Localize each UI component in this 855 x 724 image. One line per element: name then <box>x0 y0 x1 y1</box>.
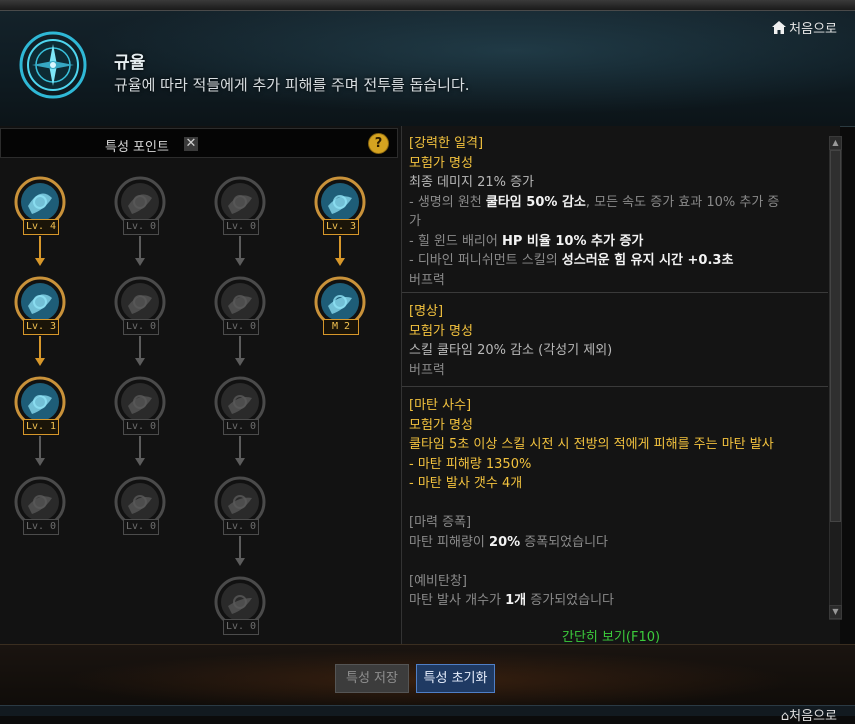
down-arrow-icon <box>235 336 245 366</box>
down-arrow-icon <box>35 436 45 466</box>
close-icon[interactable]: ✕ <box>184 137 198 151</box>
skill-level-badge: Lv. 3 <box>23 319 59 335</box>
block-divider <box>402 292 828 293</box>
down-arrow-icon <box>35 336 45 366</box>
skill-level-badge: M 2 <box>323 319 359 335</box>
scroll-down-icon[interactable]: ▼ <box>829 605 842 619</box>
save-button[interactable]: 특성 저장 <box>335 664 409 693</box>
description-line: - 마탄 피해량 1350% <box>409 456 532 472</box>
scroll-up-icon[interactable]: ▲ <box>829 136 842 150</box>
description-line: - 힐 윈드 배리어 HP 비율 10% 추가 증가 <box>409 233 644 249</box>
down-arrow-icon <box>35 236 45 266</box>
skill-level-badge: Lv. 0 <box>123 319 159 335</box>
home-link-label: 처음으로 <box>789 22 837 37</box>
skill-level-badge: Lv. 0 <box>223 219 259 235</box>
description-line: 버프력 <box>409 272 445 288</box>
reset-button[interactable]: 특성 초기화 <box>416 664 495 693</box>
help-button[interactable]: ? <box>368 133 389 154</box>
description-line: [명상] <box>409 304 444 319</box>
skill-level-badge: Lv. 0 <box>223 619 259 635</box>
header: 규율 규율에 따라 적들에게 추가 피해를 주며 전투를 돕습니다. 처음으로 <box>0 0 855 127</box>
page-title: 규율 <box>114 53 146 73</box>
skill-level-badge: Lv. 3 <box>323 219 359 235</box>
description-line: 스킬 쿨타임 20% 감소 (각성기 제외) <box>409 343 613 358</box>
description-line: [예비탄창] <box>409 573 467 589</box>
description-line: 마탄 피해량이 20% 증폭되었습니다 <box>409 534 609 550</box>
description-line: 모험가 명성 <box>409 323 473 339</box>
scrollbar-thumb[interactable] <box>830 150 841 522</box>
points-bar: 특성 포인트 ✕ ? <box>0 128 398 158</box>
description-block: [마탄 사수] 모험가 명성쿨타임 5초 이상 스킬 시전 시 전방의 적에게 피… <box>409 396 774 611</box>
description-line: 최종 데미지 21% 증가 <box>409 175 535 190</box>
skill-level-badge: Lv. 0 <box>123 519 159 535</box>
skill-level-badge: Lv. 0 <box>223 319 259 335</box>
down-arrow-icon <box>335 236 345 266</box>
description-line <box>409 494 774 514</box>
description-line: - 생명의 원천 쿨타임 50% 감소, 모든 속도 증가 효과 10% 추가 … <box>409 194 780 210</box>
skill-level-badge: Lv. 0 <box>123 219 159 235</box>
description-line: - 마탄 발사 갯수 4개 <box>409 476 523 491</box>
skill-level-badge: Lv. 1 <box>23 419 59 435</box>
description-line: 모험가 명성 <box>409 155 473 171</box>
skill-level-badge: Lv. 0 <box>223 519 259 535</box>
description-line: 버프력 <box>409 362 445 378</box>
description-line: 모험가 명성 <box>409 417 473 433</box>
down-arrow-icon <box>235 536 245 566</box>
skill-level-badge: Lv. 0 <box>223 419 259 435</box>
description-line: [마탄 사수] <box>409 398 472 413</box>
down-arrow-icon <box>135 336 145 366</box>
home-link[interactable]: 처음으로 <box>772 18 837 37</box>
down-arrow-icon <box>235 436 245 466</box>
description-line: [강력한 일격] <box>409 136 484 151</box>
home-icon <box>772 21 787 34</box>
description-line: [마력 증폭] <box>409 515 472 530</box>
description-block: [명상] 모험가 명성스킬 쿨타임 20% 감소 (각성기 제외) 버프력 <box>409 302 612 380</box>
description-line: - 디바인 퍼니쉬먼트 스킬의 성스러운 힘 유지 시간 +0.3초 <box>409 253 734 268</box>
top-frame <box>0 0 855 11</box>
skill-level-badge: Lv. 0 <box>23 519 59 535</box>
points-label: 특성 포인트 <box>105 140 169 155</box>
down-arrow-icon <box>235 236 245 266</box>
page-subtitle: 규율에 따라 적들에게 추가 피해를 주며 전투를 돕습니다. <box>114 76 470 94</box>
brief-view-link[interactable]: 간단히 보기(F10) <box>562 626 660 645</box>
compass-icon <box>18 30 88 100</box>
down-arrow-icon <box>135 236 145 266</box>
block-divider <box>402 386 828 387</box>
description-line: 가 <box>409 214 421 229</box>
description-line <box>409 552 774 572</box>
description-line: 쿨타임 5초 이상 스킬 시전 시 전방의 적에게 피해를 주는 마탄 발사 <box>409 437 774 452</box>
skill-level-badge: Lv. 0 <box>123 419 159 435</box>
down-arrow-icon <box>135 436 145 466</box>
skill-level-badge: Lv. 4 <box>23 219 59 235</box>
bottom-frame <box>0 705 855 716</box>
description-line: 마탄 발사 개수가 1개 증가되었습니다 <box>409 593 614 608</box>
description-block: [강력한 일격] 모험가 명성최종 데미지 21% 증가 - 생명의 원천 쿨타임 … <box>409 134 779 290</box>
